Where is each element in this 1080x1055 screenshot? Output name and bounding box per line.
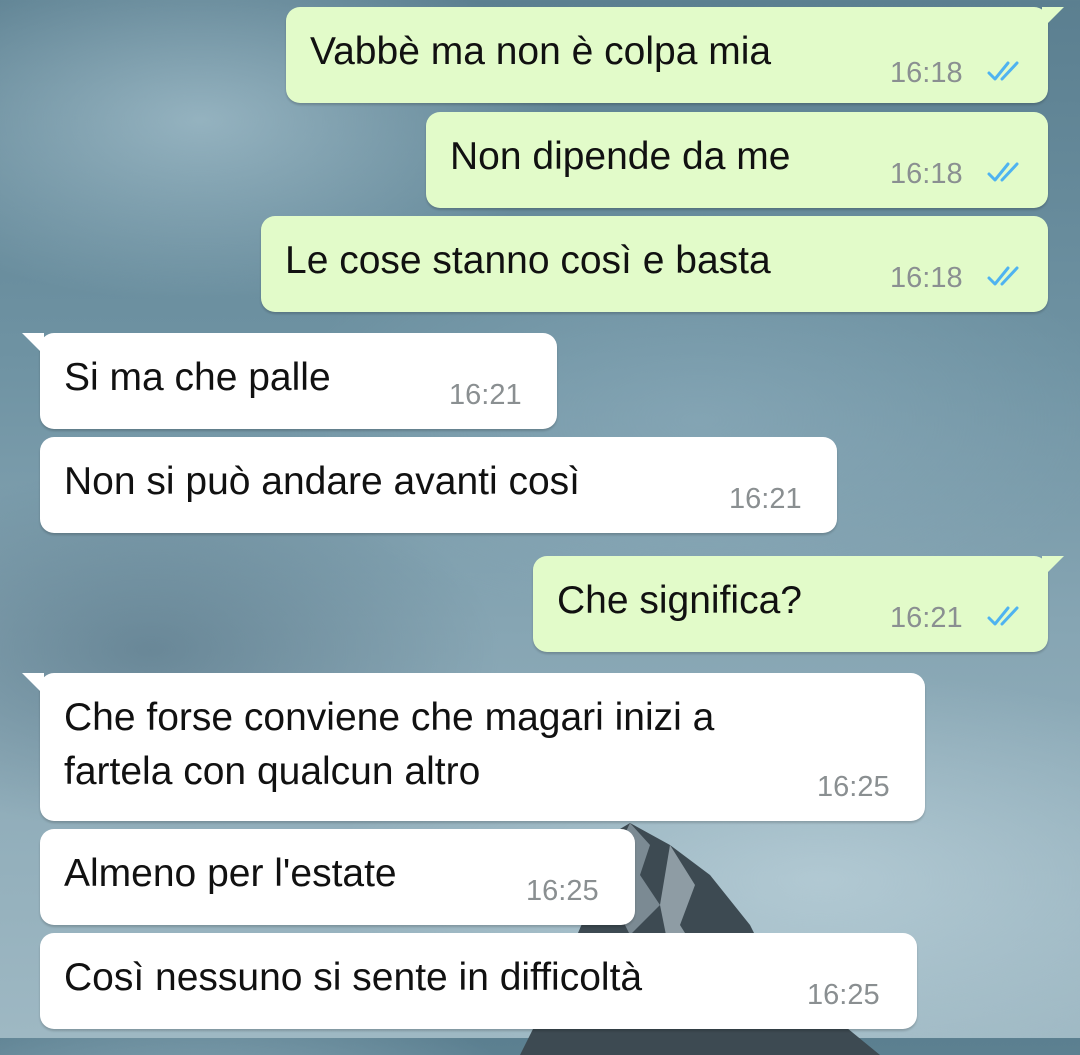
message-timestamp: 16:18 xyxy=(890,57,963,89)
message-text: Così nessuno si sente in difficoltà xyxy=(64,956,643,999)
chat-message-list[interactable]: Vabbè ma non è colpa mia 16:18 Non dipen… xyxy=(0,0,1080,1038)
message-bubble-outgoing[interactable]: Che significa? 16:21 xyxy=(533,556,1064,652)
read-receipt-double-check-icon xyxy=(987,266,1019,286)
message-timestamp: 16:21 xyxy=(449,379,522,411)
message-timestamp: 16:25 xyxy=(807,979,880,1011)
message-bubble-incoming[interactable]: Si ma che palle 16:21 xyxy=(22,333,557,429)
message-timestamp: 16:25 xyxy=(526,875,599,907)
message-timestamp: 16:18 xyxy=(890,262,963,294)
message-timestamp: 16:21 xyxy=(890,602,963,634)
read-receipt-double-check-icon xyxy=(987,61,1019,81)
message-text: Le cose stanno così e basta xyxy=(285,239,771,282)
message-timestamp: 16:25 xyxy=(817,771,890,803)
message-bubble-outgoing[interactable]: Le cose stanno così e basta 16:18 xyxy=(261,216,1048,312)
message-text: Vabbè ma non è colpa mia xyxy=(310,30,772,73)
message-bubble-outgoing[interactable]: Vabbè ma non è colpa mia 16:18 xyxy=(286,7,1064,103)
message-text: Si ma che palle xyxy=(64,356,331,399)
read-receipt-double-check-icon xyxy=(987,606,1019,626)
message-bubble-incoming[interactable]: Che forse conviene che magari inizi a fa… xyxy=(22,673,925,821)
message-text: Non si può andare avanti così xyxy=(64,460,580,503)
message-bubble-incoming[interactable]: Così nessuno si sente in difficoltà 16:2… xyxy=(40,933,917,1029)
message-text: Almeno per l'estate xyxy=(64,852,397,895)
message-timestamp: 16:21 xyxy=(729,483,802,515)
message-text: Che significa? xyxy=(557,579,802,622)
message-bubble-outgoing[interactable]: Non dipende da me 16:18 xyxy=(426,112,1048,208)
message-bubble-incoming[interactable]: Almeno per l'estate 16:25 xyxy=(40,829,635,925)
message-text: Che forse conviene che magari inizi a fa… xyxy=(64,696,715,793)
message-text: Non dipende da me xyxy=(450,135,791,178)
message-timestamp: 16:18 xyxy=(890,158,963,190)
message-bubble-incoming[interactable]: Non si può andare avanti così 16:21 xyxy=(40,437,837,533)
read-receipt-double-check-icon xyxy=(987,162,1019,182)
